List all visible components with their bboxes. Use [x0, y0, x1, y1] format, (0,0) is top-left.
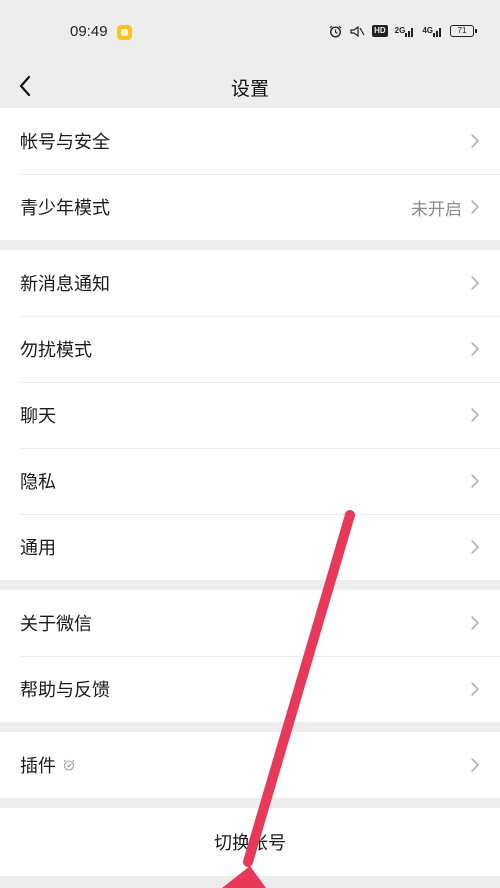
teen-mode-status: 未开启: [411, 199, 462, 220]
row-label: 通用: [20, 538, 56, 559]
status-icons: HD 2G 4G 71: [329, 24, 477, 38]
settings-group-account: 帐号与安全 青少年模式 未开启: [0, 108, 500, 240]
row-label: 勿扰模式: [20, 340, 92, 361]
mute-icon: [349, 24, 365, 38]
chevron-right-icon: [470, 341, 480, 357]
group-divider: [0, 798, 500, 808]
chevron-right-icon: [470, 199, 480, 215]
alarm-icon: [329, 24, 342, 38]
row-plugins[interactable]: 插件: [0, 732, 500, 798]
chevron-right-icon: [470, 757, 480, 773]
chevron-right-icon: [470, 539, 480, 555]
bottom-strip: [0, 876, 500, 888]
row-privacy[interactable]: 隐私: [0, 448, 500, 514]
row-label: 插件: [20, 752, 470, 778]
row-teen-mode[interactable]: 青少年模式 未开启: [0, 174, 500, 240]
row-do-not-disturb[interactable]: 勿扰模式: [0, 316, 500, 382]
row-general[interactable]: 通用: [0, 514, 500, 580]
row-label: 聊天: [20, 406, 56, 427]
nav-bar: 设置: [0, 64, 500, 108]
row-account-security[interactable]: 帐号与安全: [0, 108, 500, 174]
plugin-status-icon: [62, 758, 76, 772]
group-divider: [0, 580, 500, 590]
plugins-label: 插件: [20, 756, 56, 777]
chevron-right-icon: [470, 275, 480, 291]
row-about-wechat[interactable]: 关于微信: [0, 590, 500, 656]
signal-2g-icon: 2G: [395, 24, 416, 38]
row-chat[interactable]: 聊天: [0, 382, 500, 448]
notification-app-icon: [117, 25, 132, 40]
row-label: 关于微信: [20, 614, 92, 635]
group-divider: [0, 240, 500, 250]
group-divider: [0, 722, 500, 732]
row-label: 隐私: [20, 472, 56, 493]
signal-4g-icon: 4G: [422, 24, 443, 38]
chevron-right-icon: [470, 407, 480, 423]
page-title: 设置: [230, 78, 269, 100]
settings-group-about: 关于微信 帮助与反馈: [0, 590, 500, 722]
row-label: 帮助与反馈: [20, 680, 110, 701]
settings-group-notifications: 新消息通知 勿扰模式 聊天 隐私 通用: [0, 250, 500, 580]
row-label: 新消息通知: [20, 274, 110, 295]
chevron-right-icon: [470, 473, 480, 489]
chevron-right-icon: [470, 681, 480, 697]
status-time: 09:49: [70, 23, 108, 40]
row-label: 青少年模式: [20, 198, 110, 219]
chevron-right-icon: [470, 615, 480, 631]
row-label: 帐号与安全: [20, 132, 110, 153]
chevron-right-icon: [470, 133, 480, 149]
battery-icon: 71: [450, 25, 477, 37]
row-help-feedback[interactable]: 帮助与反馈: [0, 656, 500, 722]
row-new-message-notification[interactable]: 新消息通知: [0, 250, 500, 316]
settings-group-plugins: 插件: [0, 732, 500, 798]
hd-voice-icon: HD: [372, 25, 388, 37]
status-bar: 09:49 HD 2G 4G 71: [0, 0, 500, 64]
switch-account-button[interactable]: 切换帐号: [0, 808, 500, 876]
